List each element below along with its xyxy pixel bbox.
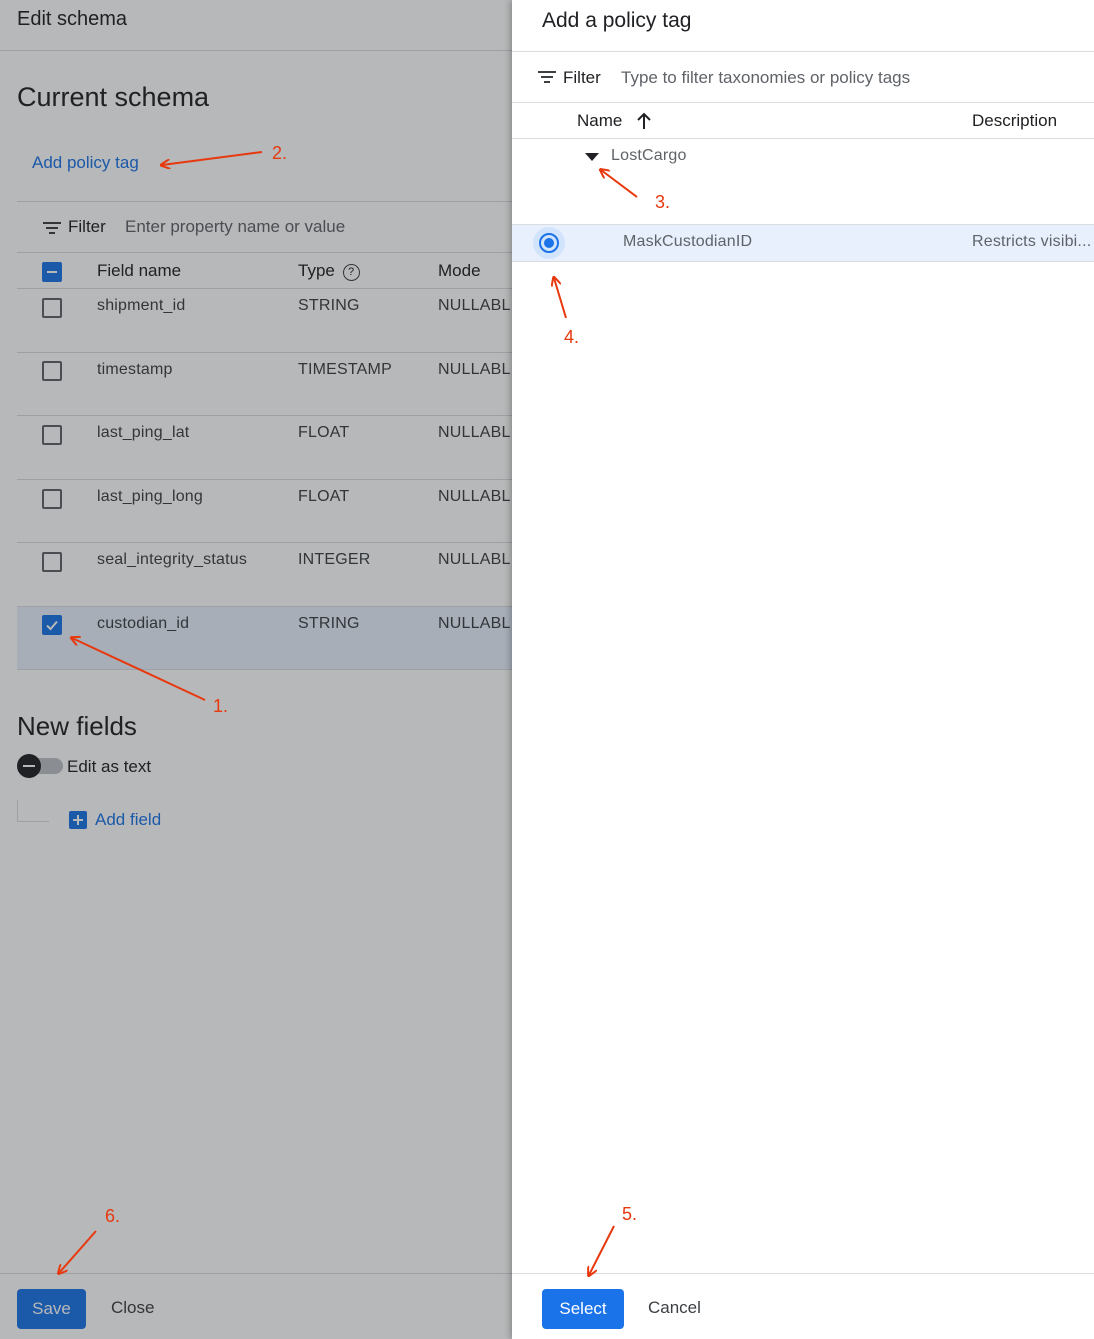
type-label: Type	[298, 261, 335, 280]
radio-button-selected[interactable]	[533, 227, 565, 259]
toggle-knob	[17, 754, 41, 778]
add-policy-tag-panel: Add a policy tag Filter Type to filter t…	[512, 0, 1094, 1339]
policy-table-header: Name Description	[512, 103, 1094, 138]
edit-schema-panel: Edit schema Current schema Add policy ta…	[0, 0, 512, 1339]
cancel-button[interactable]: Cancel	[648, 1298, 701, 1318]
type-cell: FLOAT	[298, 488, 350, 505]
field-name-cell: last_ping_long	[97, 488, 203, 505]
row-checkbox-checked[interactable]	[42, 615, 62, 635]
mode-cell: NULLABL	[438, 615, 511, 632]
annotation-step-3: 3.	[655, 192, 671, 212]
table-row[interactable]: last_ping_long FLOAT NULLABL	[17, 480, 512, 543]
policy-tag-description: Restricts visibi...	[972, 233, 1092, 250]
taxonomy-name: LostCargo	[611, 147, 687, 164]
caret-down-icon[interactable]	[585, 153, 599, 162]
annotation-step-5: 5.	[622, 1204, 638, 1224]
edit-as-text-label: Edit as text	[67, 757, 152, 776]
type-cell: STRING	[298, 615, 360, 632]
table-row[interactable]: shipment_id STRING NULLABL	[17, 289, 512, 353]
mode-cell: NULLABL	[438, 424, 511, 441]
row-checkbox[interactable]	[42, 552, 62, 572]
new-fields-title: New fields	[17, 711, 137, 741]
save-button[interactable]: Save	[17, 1289, 86, 1329]
filter-label: Filter	[563, 68, 601, 87]
column-header-description: Description	[972, 111, 1058, 130]
add-policy-tag-link[interactable]: Add policy tag	[32, 153, 139, 173]
type-cell: FLOAT	[298, 424, 350, 441]
field-name-cell: timestamp	[97, 361, 173, 378]
close-button[interactable]: Close	[111, 1298, 154, 1318]
schema-filter-bar[interactable]: Filter Enter property name or value	[17, 202, 512, 252]
taxonomy-row[interactable]: LostCargo	[512, 139, 1094, 224]
field-name-cell: custodian_id	[97, 615, 190, 632]
type-cell: INTEGER	[298, 551, 371, 568]
column-header-mode: Mode	[438, 261, 481, 280]
add-icon	[69, 811, 87, 829]
sort-ascending-icon[interactable]	[636, 112, 652, 130]
row-checkbox[interactable]	[42, 425, 62, 445]
edit-as-text-toggle[interactable]	[17, 754, 63, 778]
mode-cell: NULLABL	[438, 551, 511, 568]
filter-label: Filter	[68, 217, 106, 236]
panel-title: Edit schema	[17, 8, 128, 30]
schema-table-header: Field name Type ? Mode	[17, 253, 512, 289]
field-name-cell: last_ping_lat	[97, 424, 190, 441]
select-all-checkbox[interactable]	[42, 262, 62, 282]
filter-icon	[43, 222, 61, 234]
mode-cell: NULLABL	[438, 297, 511, 314]
policy-tag-name: MaskCustodianID	[623, 233, 753, 250]
divider	[512, 261, 1094, 262]
schema-filter-input[interactable]: Enter property name or value	[125, 217, 345, 237]
help-icon[interactable]: ?	[342, 264, 360, 281]
footer-divider	[512, 1273, 1094, 1274]
footer-divider	[0, 1273, 512, 1274]
mode-cell: NULLABL	[438, 361, 511, 378]
policy-filter-input[interactable]: Type to filter taxonomies or policy tags	[621, 68, 910, 88]
annotation-step-4: 4.	[564, 327, 580, 347]
policy-tag-row-selected[interactable]: MaskCustodianID Restricts visibi...	[512, 225, 1094, 261]
column-header-field-name[interactable]: Field name	[97, 261, 181, 281]
type-cell: STRING	[298, 297, 360, 314]
filter-icon	[538, 71, 556, 83]
column-header-name[interactable]: Name	[577, 111, 622, 131]
check-icon	[46, 620, 58, 631]
annotation-step-2: 2.	[272, 143, 288, 163]
section-title: Current schema	[17, 82, 210, 112]
row-checkbox[interactable]	[42, 361, 62, 381]
column-header-type: Type ?	[298, 261, 360, 281]
add-field-label: Add field	[95, 810, 162, 829]
type-cell: TIMESTAMP	[298, 361, 392, 378]
tree-connector	[17, 800, 49, 822]
annotation-step-1: 1.	[213, 696, 229, 716]
table-row[interactable]: last_ping_lat FLOAT NULLABL	[17, 416, 512, 480]
divider	[0, 50, 512, 51]
row-checkbox[interactable]	[42, 298, 62, 318]
mode-cell: NULLABL	[438, 488, 511, 505]
table-row-selected[interactable]: custodian_id STRING NULLABL	[17, 607, 512, 670]
annotation-step-6: 6.	[105, 1206, 121, 1226]
row-checkbox[interactable]	[42, 489, 62, 509]
table-row[interactable]: timestamp TIMESTAMP NULLABL	[17, 353, 512, 416]
table-row[interactable]: seal_integrity_status INTEGER NULLABL	[17, 543, 512, 607]
panel-title: Add a policy tag	[542, 9, 692, 32]
field-name-cell: seal_integrity_status	[97, 551, 248, 568]
policy-filter-bar[interactable]: Filter Type to filter taxonomies or poli…	[512, 52, 1094, 102]
field-name-cell: shipment_id	[97, 297, 186, 314]
select-button[interactable]: Select	[542, 1289, 624, 1329]
